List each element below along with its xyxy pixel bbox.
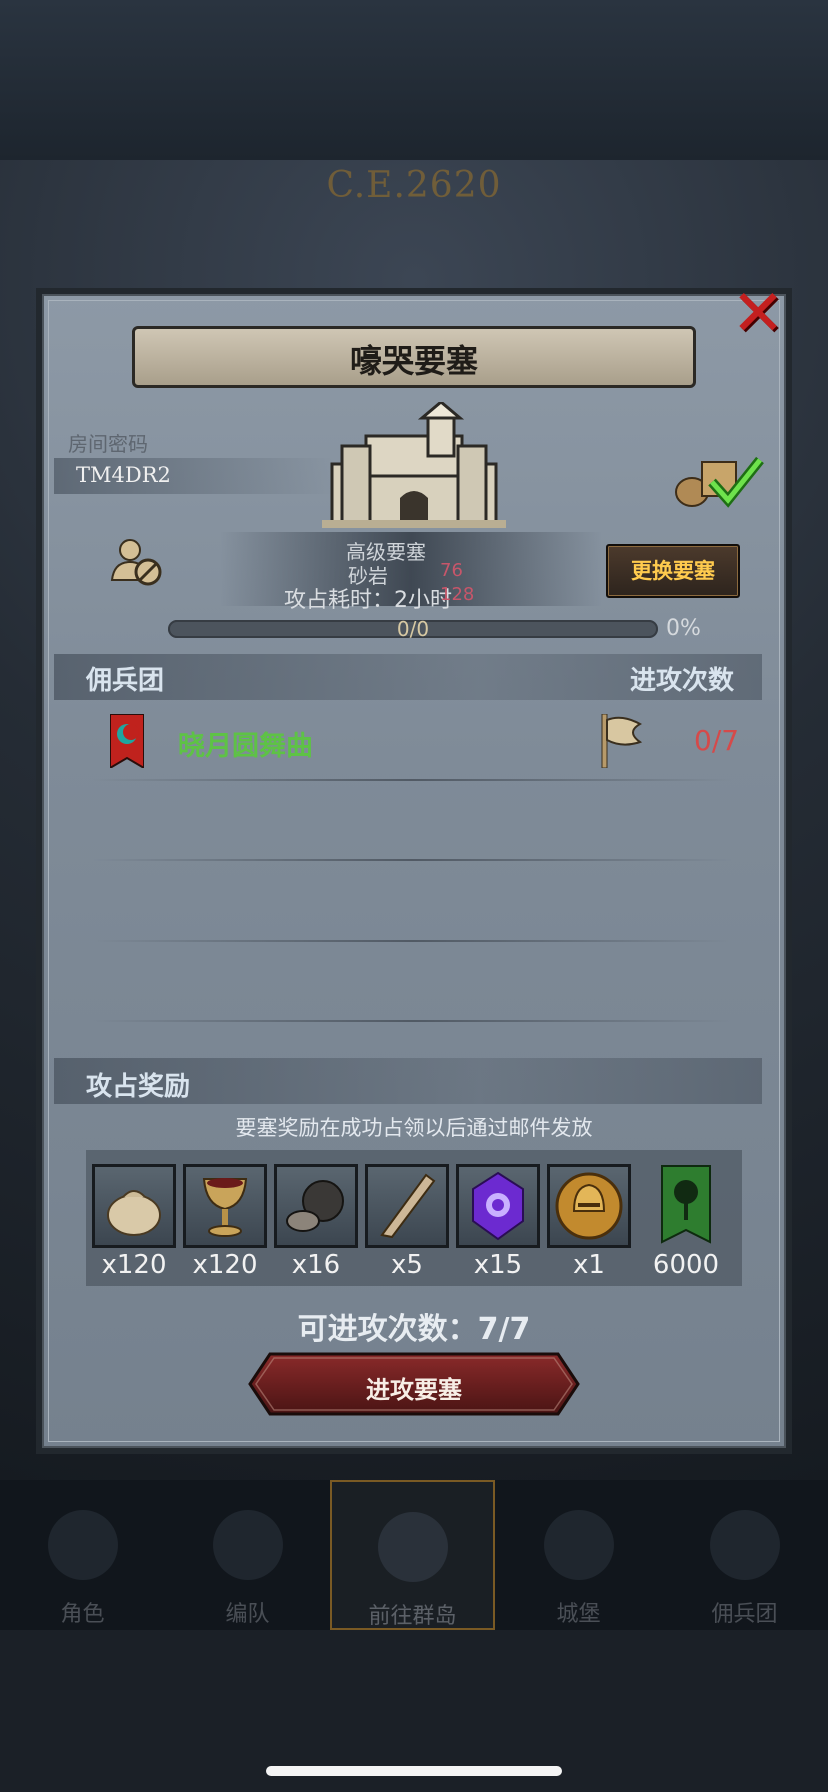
reward-slot[interactable] bbox=[658, 1164, 714, 1244]
reward-quantity: 6000 bbox=[652, 1250, 720, 1280]
crescent-banner-icon bbox=[110, 714, 144, 768]
truffle-icon bbox=[286, 1180, 344, 1232]
flag-icon bbox=[601, 714, 642, 768]
compass-icon bbox=[377, 1512, 448, 1582]
nav-item-formation[interactable]: 编队 bbox=[165, 1480, 330, 1630]
home-indicator[interactable] bbox=[266, 1766, 562, 1776]
attempts-remaining: 可进攻次数：7/7 bbox=[297, 1312, 531, 1347]
nav-label: 编队 bbox=[225, 1602, 270, 1627]
dialog-title: 嚎哭要塞 bbox=[349, 342, 478, 380]
sack-icon bbox=[107, 1190, 161, 1236]
reward-slot[interactable] bbox=[365, 1164, 449, 1248]
reward-quantity: x16 bbox=[291, 1250, 341, 1280]
nav-item-archipelago[interactable]: 前往群岛 bbox=[330, 1480, 495, 1630]
user-blocked-icon[interactable] bbox=[110, 536, 164, 586]
reward-quantity: x1 bbox=[573, 1250, 605, 1280]
horn-icon bbox=[380, 1173, 436, 1239]
bag-check-icon[interactable] bbox=[672, 452, 764, 510]
nav-label: 佣兵团 bbox=[711, 1602, 778, 1627]
room-password-value[interactable]: TM4DR2 bbox=[76, 463, 171, 487]
reward-note: 要塞奖励在成功占领以后通过邮件发放 bbox=[235, 1116, 593, 1140]
attack-fortress-label[interactable]: 进攻要塞 bbox=[248, 1370, 580, 1405]
nav-item-mercenary[interactable]: 佣兵团 bbox=[662, 1480, 827, 1630]
row-divider bbox=[92, 859, 732, 861]
progress-text: 0/0 bbox=[396, 617, 430, 641]
row-divider bbox=[92, 1020, 732, 1022]
sandstone-value: 76 bbox=[440, 560, 463, 581]
reward-quantity: x5 bbox=[391, 1250, 423, 1280]
close-icon[interactable]: ✕ bbox=[728, 282, 788, 346]
attack-time: 攻占耗时：2小时 bbox=[284, 588, 452, 613]
change-fortress-label[interactable]: 更换要塞 bbox=[606, 555, 740, 585]
mercenary-header: 佣兵团 bbox=[86, 666, 165, 696]
nav-label: 城堡 bbox=[556, 1602, 601, 1627]
mercenary-icon bbox=[709, 1510, 780, 1580]
gold-helmet-coin-icon bbox=[555, 1172, 623, 1240]
nav-item-character[interactable]: 角色 bbox=[0, 1480, 165, 1630]
row-divider bbox=[92, 779, 732, 781]
nav-item-castle[interactable]: 城堡 bbox=[496, 1480, 661, 1630]
helmet-icon bbox=[212, 1510, 283, 1580]
progress-percent: 0% bbox=[666, 616, 701, 641]
reward-quantity: x120 bbox=[101, 1250, 167, 1280]
castle-icon bbox=[322, 402, 506, 528]
nav-label: 角色 bbox=[60, 1602, 105, 1627]
row-divider bbox=[92, 940, 732, 942]
knight-icon bbox=[47, 1510, 118, 1580]
mercenary-attack-count: 0/7 bbox=[694, 724, 740, 757]
top-background bbox=[0, 0, 828, 160]
room-password-label: 房间密码 bbox=[68, 432, 148, 456]
tree-banner-icon bbox=[661, 1165, 711, 1244]
nav-label: 前往群岛 bbox=[368, 1604, 457, 1629]
year-label: C.E.2620 bbox=[326, 165, 502, 206]
goblet-icon bbox=[202, 1178, 248, 1237]
reward-header: 攻占奖励 bbox=[86, 1072, 191, 1102]
reward-slot[interactable] bbox=[183, 1164, 267, 1248]
reward-slot[interactable] bbox=[547, 1164, 631, 1248]
attacks-header: 进攻次数 bbox=[630, 666, 735, 696]
castle-icon bbox=[543, 1510, 614, 1580]
reward-slot[interactable] bbox=[92, 1164, 176, 1248]
wood-value: 128 bbox=[440, 584, 475, 605]
reward-slot[interactable] bbox=[456, 1164, 540, 1248]
crystal-icon bbox=[472, 1171, 524, 1241]
mercenary-name[interactable]: 晓月圆舞曲 bbox=[178, 724, 313, 763]
reward-slot[interactable] bbox=[274, 1164, 358, 1248]
reward-quantity: x15 bbox=[473, 1250, 523, 1280]
reward-quantity: x120 bbox=[192, 1250, 258, 1280]
